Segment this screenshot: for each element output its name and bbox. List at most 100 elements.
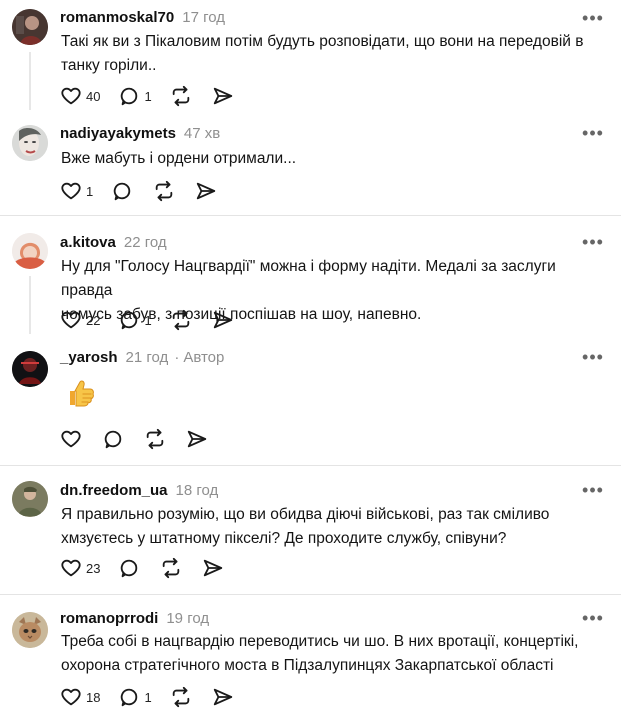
repost-button[interactable] — [170, 84, 194, 108]
share-button[interactable] — [186, 427, 210, 451]
comment-text-line: Вже мабуть і ордени отримали... — [61, 150, 297, 167]
like-count: 1 — [86, 183, 94, 199]
repost-arrows-icon — [172, 309, 189, 331]
comment-actions: 23 — [60, 556, 226, 580]
like-button[interactable]: 23 — [60, 556, 100, 580]
repost-arrows-icon — [163, 557, 180, 579]
paper-plane-icon — [187, 430, 207, 448]
username[interactable]: romanoprrodi — [60, 610, 158, 627]
speech-bubble-icon — [121, 87, 138, 106]
comment-text-line: охорона стратегічного моста в Підзалупин… — [61, 657, 554, 674]
comment-item: a.kitova 22 год ••• Ну для "Голосу Нацгв… — [0, 216, 621, 334]
avatar[interactable] — [12, 612, 48, 648]
ellipsis-horizontal-icon: ••• — [582, 8, 604, 28]
share-button[interactable] — [202, 556, 226, 580]
more-options-button[interactable]: ••• — [581, 230, 605, 254]
comment-item: romanoprrodi 19 год ••• Треба собі в нац… — [0, 595, 621, 715]
thumbs-up-emoji — [70, 380, 94, 407]
avatar[interactable] — [12, 9, 48, 45]
avatar[interactable] — [12, 481, 48, 517]
share-button[interactable] — [195, 179, 219, 203]
comment-text-line: танку горіли.. — [61, 57, 157, 74]
heart-outline-icon — [61, 688, 81, 706]
timestamp: 17 год — [182, 8, 225, 26]
more-options-button[interactable]: ••• — [581, 121, 605, 145]
username[interactable]: dn.freedom_ua — [60, 482, 168, 499]
timestamp: 18 год — [175, 481, 219, 499]
paper-plane-icon — [213, 87, 232, 105]
timestamp: 21 год — [125, 348, 169, 366]
like-count: 40 — [86, 88, 101, 104]
repost-button[interactable] — [144, 427, 168, 451]
comment-text-line: Треба собі в нацгвардію переводитись чи … — [61, 633, 579, 650]
reply-button[interactable] — [102, 427, 126, 451]
avatar[interactable] — [12, 125, 48, 161]
comment-text: Такі як ви з Пікаловим потім будуть розп… — [61, 30, 601, 78]
like-button[interactable]: 18 — [60, 685, 100, 709]
repost-button[interactable] — [170, 685, 194, 709]
paper-plane-icon — [213, 688, 232, 706]
avatar[interactable] — [12, 351, 48, 387]
username[interactable]: nadiyayakymets — [60, 125, 176, 142]
reply-button[interactable]: 1 — [118, 308, 152, 332]
comment-item: dn.freedom_ua 18 год ••• Я правильно роз… — [0, 466, 621, 595]
comment-actions: 22 1 — [60, 308, 236, 332]
heart-outline-icon — [61, 559, 81, 577]
more-options-button[interactable]: ••• — [581, 345, 605, 369]
share-button[interactable] — [212, 308, 236, 332]
username[interactable]: a.kitova — [60, 234, 116, 251]
username[interactable]: romanmoskal70 — [60, 9, 174, 26]
comment-item: _yarosh 21 год · Автор ••• — [0, 334, 621, 466]
comment-text-line: Я правильно розумію, що ви обидва діючі … — [61, 506, 550, 523]
like-count: 23 — [86, 560, 101, 576]
like-button[interactable]: 22 — [60, 308, 100, 332]
heart-outline-icon — [61, 430, 81, 448]
heart-outline-icon — [61, 182, 81, 200]
reply-count: 1 — [144, 88, 152, 104]
more-options-button[interactable]: ••• — [581, 6, 605, 30]
reply-thread-line — [29, 276, 31, 334]
repost-button[interactable] — [153, 179, 177, 203]
ellipsis-horizontal-icon: ••• — [582, 123, 604, 143]
comment-text: Треба собі в нацгвардію переводитись чи … — [61, 630, 601, 678]
reply-button[interactable] — [118, 556, 142, 580]
heart-outline-icon — [61, 87, 81, 105]
like-button[interactable]: 40 — [60, 84, 100, 108]
speech-bubble-icon — [121, 688, 138, 707]
reply-button[interactable]: 1 — [118, 685, 152, 709]
comment-text-line: хмзуєтесь у штатному пікселі? Де проходи… — [61, 530, 507, 547]
timestamp: 47 хв — [183, 124, 221, 142]
speech-bubble-icon — [121, 559, 138, 578]
repost-button[interactable] — [170, 308, 194, 332]
reply-button[interactable] — [111, 179, 135, 203]
comment-actions — [60, 427, 210, 451]
speech-bubble-icon — [114, 182, 131, 201]
username[interactable]: _yarosh — [60, 349, 118, 366]
paper-plane-icon — [204, 559, 223, 577]
like-button[interactable] — [60, 427, 84, 451]
comment-item: nadiyayakymets 47 хв ••• Вже мабуть і ор… — [0, 110, 621, 216]
share-button[interactable] — [212, 685, 236, 709]
reply-count: 1 — [144, 689, 152, 705]
comment-meta: romanoprrodi 19 год — [60, 608, 209, 628]
repost-arrows-icon — [146, 428, 164, 450]
comment-meta: _yarosh 21 год · Автор — [60, 347, 224, 367]
comment-thread: romanmoskal70 17 год ••• Такі як ви з Пі… — [0, 0, 621, 715]
more-options-button[interactable]: ••• — [581, 606, 605, 630]
ellipsis-horizontal-icon: ••• — [582, 232, 604, 252]
share-button[interactable] — [212, 84, 236, 108]
paper-plane-icon — [213, 311, 232, 329]
heart-outline-icon — [61, 311, 81, 329]
more-options-button[interactable]: ••• — [581, 478, 605, 502]
comment-actions: 40 1 — [60, 84, 236, 108]
comment-actions: 1 — [60, 179, 219, 203]
comment-text: Я правильно розумію, що ви обидва діючі … — [61, 503, 601, 551]
like-count: 18 — [86, 689, 101, 705]
ellipsis-horizontal-icon: ••• — [582, 347, 604, 367]
speech-bubble-icon — [104, 430, 122, 449]
timestamp: 22 год — [123, 233, 167, 251]
avatar[interactable] — [12, 233, 48, 269]
repost-button[interactable] — [160, 556, 184, 580]
reply-button[interactable]: 1 — [118, 84, 152, 108]
like-button[interactable]: 1 — [60, 179, 93, 203]
